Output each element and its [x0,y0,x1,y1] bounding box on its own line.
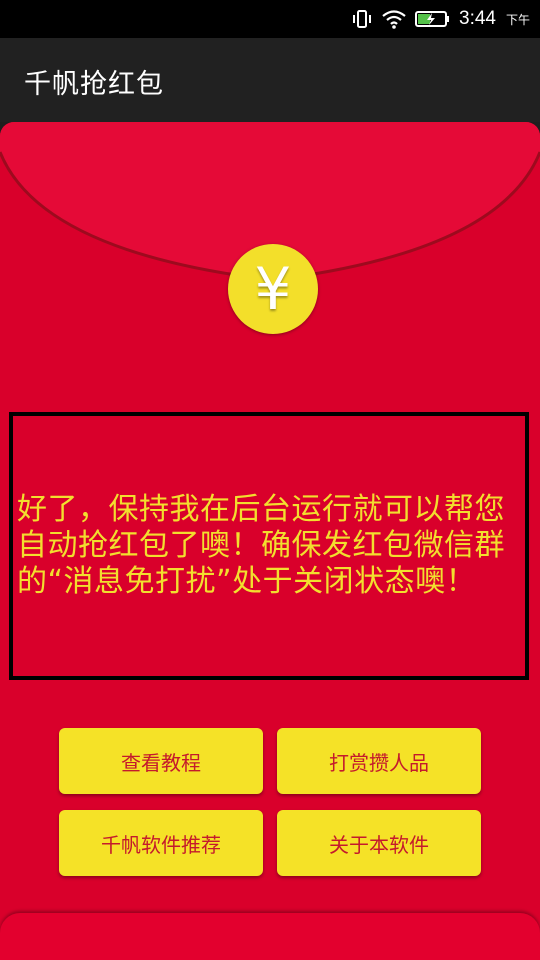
red-envelope: ¥ 好了，保持我在后台运行就可以帮您自动抢红包了噢！确保发红包微信群的“消息免打… [0,122,540,960]
message-box: 好了，保持我在后台运行就可以帮您自动抢红包了噢！确保发红包微信群的“消息免打扰”… [9,412,529,680]
status-message: 好了，保持我在后台运行就可以帮您自动抢红包了噢！确保发红包微信群的“消息免打扰”… [17,492,505,599]
tip-reward-button[interactable]: 打赏攒人品 [277,728,481,794]
status-time: 3:44 [459,8,496,29]
coin-button[interactable]: ¥ [228,244,318,334]
status-ampm: 下午 [505,12,530,27]
status-icons: 3:44 下午 [351,0,530,38]
app-title: 千帆抢红包 [24,69,164,100]
battery-charging-icon [415,11,449,27]
about-software-button[interactable]: 关于本软件 [277,810,481,876]
app-bar: 千帆抢红包 [0,38,540,122]
vibrate-icon [353,10,371,28]
envelope-bottom-edge [0,913,540,960]
view-tutorial-button[interactable]: 查看教程 [59,728,263,794]
yen-icon: ¥ [254,255,292,323]
software-recommend-button[interactable]: 千帆软件推荐 [59,810,263,876]
status-bar: 3:44 下午 [0,0,540,38]
wifi-icon [382,10,406,29]
